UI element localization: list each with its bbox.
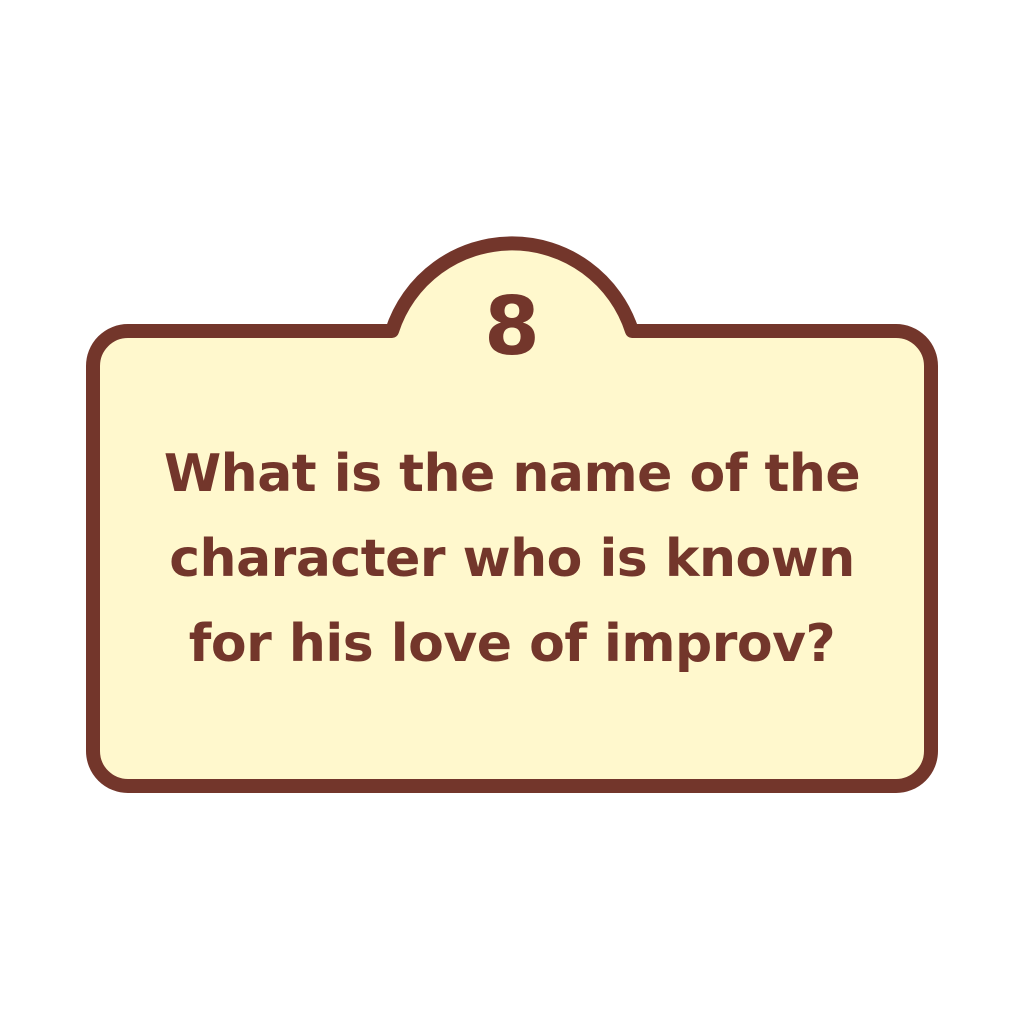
question-line: character who is known xyxy=(169,529,855,589)
question-line: What is the name of the xyxy=(163,444,861,504)
question-line: for his love of improv? xyxy=(188,614,836,674)
trivia-card-canvas: 8 What is the name of the character who … xyxy=(0,0,1024,1024)
card-number: 8 xyxy=(484,280,540,373)
question-text: What is the name of the character who is… xyxy=(130,432,894,687)
